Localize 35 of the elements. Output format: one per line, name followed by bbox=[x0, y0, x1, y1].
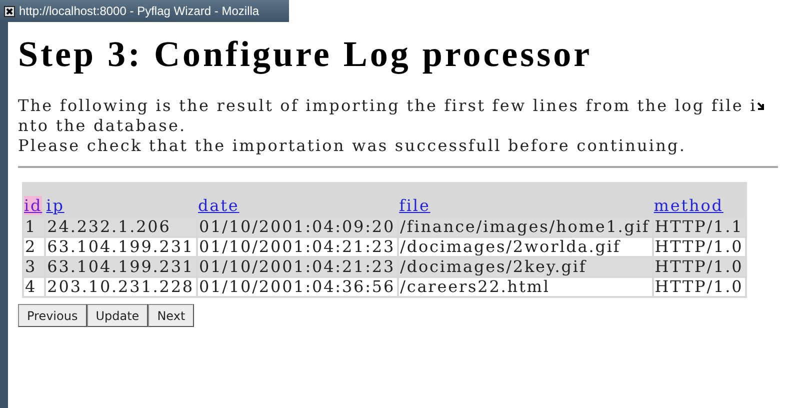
table-cell: /careers22.html bbox=[399, 278, 652, 296]
page-heading: Step 3: Configure Log processor bbox=[18, 34, 594, 74]
table-cell: /docimages/2key.gif bbox=[399, 258, 652, 276]
intro-text: The following is the result of importing the first few lines from the log file i bbox=[18, 96, 757, 116]
table-cell: HTTP/1.0 bbox=[654, 258, 746, 276]
table-cell: 01/10/2001:04:21:23 bbox=[198, 258, 398, 276]
line-wrap-icon bbox=[756, 102, 765, 110]
nav-button[interactable]: Previous bbox=[18, 304, 87, 327]
column-header-link[interactable]: ip bbox=[46, 196, 64, 215]
table-cell: 01/10/2001:04:09:20 bbox=[198, 218, 398, 236]
window-title: http://localhost:8000 - Pyflag Wizard - Mozilla bbox=[19, 3, 260, 20]
table-cell: 1 bbox=[24, 218, 44, 236]
table-cell: 63.104.199.231 bbox=[46, 258, 196, 276]
table-cell: HTTP/1.0 bbox=[654, 238, 746, 256]
intro-text: Please check that the importation was successfull before continuing. bbox=[18, 136, 688, 156]
column-header-link[interactable]: id bbox=[24, 196, 42, 215]
column-header-link[interactable]: file bbox=[399, 196, 430, 215]
table-cell: 01/10/2001:04:36:56 bbox=[198, 278, 398, 296]
table-cell: HTTP/1.1 bbox=[654, 218, 746, 236]
table-cell: 2 bbox=[24, 238, 44, 256]
intro-text: nto the database. bbox=[18, 116, 188, 136]
table-cell: /docimages/2worlda.gif bbox=[399, 238, 652, 256]
table-cell: 4 bbox=[24, 278, 44, 296]
table-cell: 63.104.199.231 bbox=[46, 238, 196, 256]
table-cell: HTTP/1.0 bbox=[654, 278, 746, 296]
column-header-link[interactable]: method bbox=[654, 196, 724, 215]
nav-button[interactable]: Next bbox=[148, 304, 194, 327]
table-cell: 203.10.231.228 bbox=[46, 278, 196, 296]
column-header-link[interactable]: date bbox=[198, 196, 240, 215]
close-icon[interactable] bbox=[4, 6, 15, 16]
table-cell: 24.232.1.206 bbox=[46, 218, 196, 236]
nav-button[interactable]: Update bbox=[86, 304, 148, 327]
table-cell: /finance/images/home1.gif bbox=[399, 218, 652, 236]
table-cell: 01/10/2001:04:21:23 bbox=[198, 238, 398, 256]
table-cell: 3 bbox=[24, 258, 44, 276]
